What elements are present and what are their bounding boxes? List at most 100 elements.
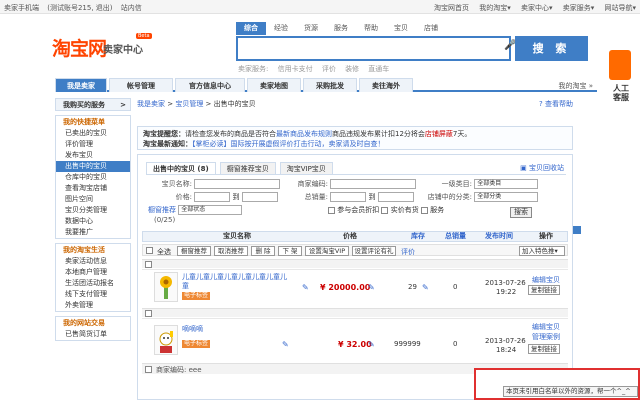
hot-link[interactable]: 评价 [322,65,336,73]
edit-price-icon[interactable]: ✎ [368,283,375,292]
taobao-logo[interactable]: 淘宝网 [52,34,107,61]
copy-link-button[interactable]: 复制链接 [528,285,560,295]
sidebar-item[interactable]: 数据中心 [56,216,130,227]
col-sales[interactable]: 总销量 [445,232,466,241]
tab-window[interactable]: 橱窗推荐宝贝 [219,162,276,174]
sales-max-input[interactable] [377,192,414,202]
message-link[interactable]: 站内信 [121,4,142,12]
sales-min-input[interactable] [330,192,367,202]
manage-case-link[interactable]: 管理案例 [532,332,560,342]
edit-price-icon[interactable]: ✎ [368,340,375,349]
row-checkbox[interactable] [145,366,152,373]
nav-item-overseas[interactable]: 卖往海外 [359,78,413,92]
breadcrumb-link[interactable]: 我是卖家 [137,100,165,108]
search-tab[interactable]: 货源 [296,22,326,35]
scroll-up-icon[interactable] [573,226,581,234]
col-date[interactable]: 发布时间 [485,232,513,241]
sidebar-item[interactable]: 宝贝分类管理 [56,205,130,216]
product-title[interactable]: 儿童儿童儿童儿童儿童儿童儿童儿童 [182,273,292,291]
recommend-button[interactable]: 橱窗推荐 [177,246,211,256]
sidebar-item[interactable]: 外卖管理 [56,300,130,311]
nav-item-seller-map[interactable]: 卖家地图 [247,78,301,92]
edit-title-icon[interactable]: ✎ [282,340,289,349]
shop-category-select[interactable]: 全部分类 [474,192,539,202]
my-taobao-menu[interactable]: 我的淘宝▾ [479,4,511,12]
sidebar-item[interactable]: 卖家活动信息 [56,256,130,267]
delete-button[interactable]: 删 除 [251,246,275,256]
site-nav-menu[interactable]: 网站导航▾ [604,4,636,12]
hot-link[interactable]: 信用卡支付 [278,65,313,73]
search-tab[interactable]: 宝贝 [386,22,416,35]
category-select[interactable]: 全部类目 [474,179,539,189]
product-title[interactable]: 嘀嘀嘀 [182,324,203,334]
filter-search-button[interactable]: 搜索 [510,207,532,218]
cancel-recommend-button[interactable]: 取消推荐 [214,246,248,256]
nav-item-seller[interactable]: 我是卖家 [55,78,107,92]
notice-link[interactable]: 【掌柜必读】国际按开展虚假评价打击行动，卖家请及时自查！ [192,140,385,148]
sidebar-item[interactable]: 评价管理 [56,139,130,150]
edit-title-icon[interactable]: ✎ [302,283,309,292]
purchased-services[interactable]: 我购买的服务 > [55,98,131,111]
search-tab[interactable]: 经验 [266,22,296,35]
sidebar-item[interactable]: 我要推广 [56,227,130,238]
microphone-icon[interactable]: 🎤 [504,40,516,56]
hot-link[interactable]: 直通车 [368,65,389,73]
col-stock[interactable]: 库存 [411,232,425,241]
review-link[interactable]: 评价 [401,247,415,257]
help-link[interactable]: ? 查看帮助 [539,99,573,109]
search-button[interactable]: 搜 索 [515,36,588,61]
tab-vip[interactable]: 淘宝VIP宝贝 [279,162,333,174]
code-input[interactable] [330,179,417,189]
delist-button[interactable]: 下 架 [278,246,302,256]
sidebar-item[interactable]: 线下支付管理 [56,289,130,300]
sidebar-item[interactable]: 查看淘宝店铺 [56,183,130,194]
sidebar-item[interactable]: 生活团活动报名 [56,278,130,289]
sidebar-item-selling[interactable]: 出售中的宝贝 [56,161,130,172]
copy-link-button[interactable]: 复制链接 [528,344,560,354]
taobao-home-link[interactable]: 淘宝网首页 [434,4,469,12]
sidebar-item[interactable]: 发布宝贝 [56,150,130,161]
price-max-input[interactable] [241,192,278,202]
seller-center-menu[interactable]: 卖家中心▾ [521,4,553,12]
in-stock-checkbox[interactable] [381,206,389,214]
toast-message[interactable]: 本页未引用白名单以外的资源，帮一个^_^ [503,386,638,397]
row-checkbox[interactable] [145,261,152,268]
member-discount-checkbox[interactable] [328,206,335,214]
seller-service-menu[interactable]: 卖家服务▾ [563,4,595,12]
edit-item-link[interactable]: 编辑宝贝 [532,322,560,332]
search-tab[interactable]: 帮助 [356,22,386,35]
row-checkbox[interactable] [145,310,152,317]
product-thumbnail[interactable] [154,325,178,355]
sidebar-group-title[interactable]: 我的淘宝生活 [56,244,130,256]
mobile-link[interactable]: 卖家手机端 [4,4,39,12]
select-all-checkbox[interactable] [146,247,153,254]
sidebar-item[interactable]: 图片空间 [56,194,130,205]
price-min-input[interactable] [194,192,231,202]
sidebar-group-title[interactable]: 我的网站交易 [56,317,130,329]
edit-stock-icon[interactable]: ✎ [422,283,429,292]
set-vip-button[interactable]: 设置淘宝VIP [305,246,349,256]
breadcrumb-link[interactable]: 宝贝管理 [175,100,203,108]
feature-select[interactable]: 加入特色推▾ [519,246,565,256]
search-tab[interactable]: 服务 [326,22,356,35]
nav-item-account[interactable]: 帐号管理 [109,78,173,92]
name-input[interactable] [194,179,281,189]
edit-item-link[interactable]: 编辑宝贝 [532,275,560,285]
sidebar-item[interactable]: 本地商户管理 [56,267,130,278]
service-checkbox[interactable] [420,206,428,214]
customer-service-widget[interactable]: 人工客服 [609,50,631,110]
rules-link[interactable]: 最新商品发布规则 [276,130,332,138]
sidebar-item[interactable]: 仓库中的宝贝 [56,172,130,183]
sidebar-item[interactable]: 已卖出的宝贝 [56,128,130,139]
search-tab[interactable]: 综合 [236,22,266,35]
recycle-bin-link[interactable]: ▣ 宝贝回收站 [520,163,564,173]
search-tab[interactable]: 店铺 [416,22,446,35]
hot-link[interactable]: 装修 [345,65,359,73]
account-text[interactable]: (测试账号215, 退出) [47,4,112,12]
sidebar-item[interactable]: 已售简货订单 [56,329,130,340]
my-taobao-link[interactable]: 我的淘宝 » [558,81,593,91]
sidebar-group-title[interactable]: 我的快捷菜单 [56,116,130,128]
window-select[interactable]: 全部状态 [178,205,243,215]
product-thumbnail[interactable] [154,272,178,302]
search-input[interactable] [236,36,511,61]
